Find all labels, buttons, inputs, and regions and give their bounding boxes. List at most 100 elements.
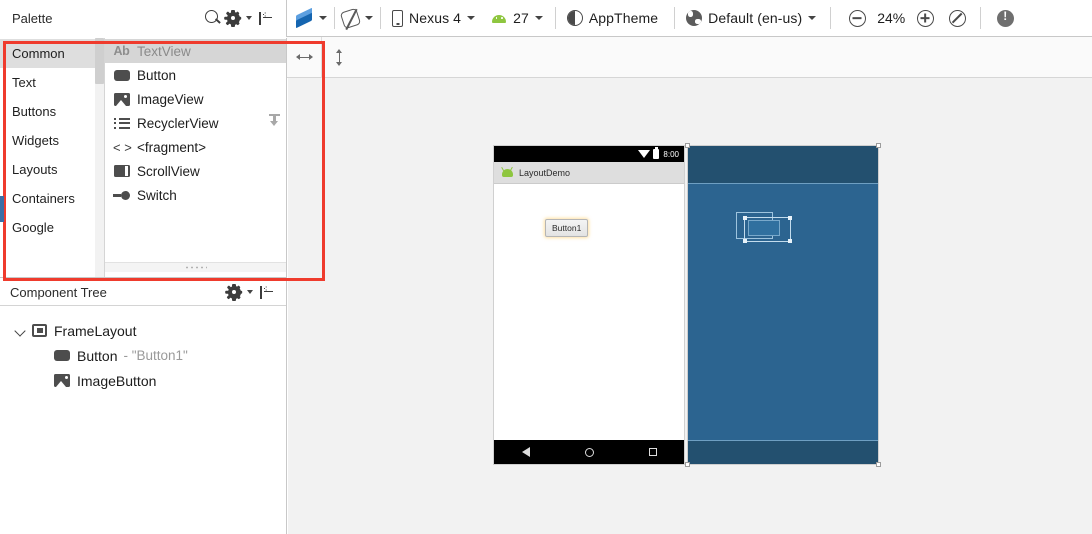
design-mode-selector[interactable] — [295, 0, 327, 37]
palette-item-label: ImageView — [137, 91, 204, 107]
scrollbar-thumb[interactable] — [95, 38, 104, 84]
warning-info-icon — [996, 9, 1014, 27]
palette-category-widgets[interactable]: Widgets — [0, 126, 104, 155]
globe-locale-icon — [686, 10, 703, 26]
zoom-level-label: 24% — [877, 10, 906, 26]
palette-resize-handle[interactable] — [105, 262, 286, 272]
selection-handle[interactable] — [876, 462, 881, 467]
chevron-down-icon — [808, 16, 817, 20]
palette-category-common[interactable]: Common — [0, 39, 104, 68]
palette-category-containers[interactable]: Containers — [0, 184, 104, 213]
button-icon — [54, 350, 70, 361]
palette-header: Palette — [0, 0, 287, 37]
resize-vertical-button[interactable] — [322, 37, 356, 78]
toolbar-divider — [674, 7, 676, 29]
palette-item-fragment[interactable]: < > <fragment> — [105, 135, 287, 159]
palette-item-label: <fragment> — [137, 139, 207, 155]
blueprint-preview[interactable] — [685, 143, 881, 467]
device-content-area[interactable]: Button1 — [494, 184, 684, 440]
palette-title: Palette — [12, 10, 53, 26]
palette-category-text[interactable]: Text — [0, 68, 104, 97]
category-label: Common — [12, 46, 65, 61]
android-robot-icon — [501, 166, 513, 179]
blueprint-navigation-bar — [688, 440, 878, 464]
palette-category-buttons[interactable]: Buttons — [0, 97, 104, 126]
palette-item-label: Button — [137, 67, 177, 83]
selection-handle[interactable] — [685, 143, 690, 148]
device-selector[interactable]: Nexus 4 — [392, 0, 476, 37]
zoom-out-button[interactable] — [844, 5, 870, 31]
selection-handle[interactable] — [876, 143, 881, 148]
resize-horizontal-button[interactable] — [287, 37, 321, 78]
tree-node-label: ImageButton — [77, 372, 157, 389]
design-mode-layers-icon — [295, 7, 313, 29]
component-tree-body: FrameLayout Button - "Button1" ImageButt… — [0, 306, 287, 534]
editor-strip-toolbar — [287, 36, 1092, 78]
device-preview[interactable]: 8:00 LayoutDemo Button1 — [494, 146, 684, 464]
theme-selector[interactable]: AppTheme — [566, 0, 659, 37]
tree-node-label: FrameLayout — [54, 322, 137, 339]
palette-settings-button[interactable] — [224, 5, 252, 31]
theme-label: AppTheme — [588, 10, 659, 26]
palette-item-button[interactable]: Button — [105, 63, 287, 87]
api-level-label: 27 — [513, 10, 529, 26]
top-toolbar: Palette Nexus 4 27 AppTheme Default (en-… — [0, 0, 1092, 37]
category-label: Widgets — [12, 133, 59, 148]
category-label: Text — [12, 75, 36, 90]
palette-category-google[interactable]: Google — [0, 213, 104, 242]
palette-item-recyclerview[interactable]: RecyclerView — [105, 111, 287, 135]
palette-category-list: Common Text Buttons Widgets Layouts Cont… — [0, 38, 104, 277]
orientation-selector[interactable] — [339, 0, 373, 37]
tree-node-imagebutton[interactable]: ImageButton — [0, 368, 286, 393]
component-tree-collapse-button[interactable] — [253, 279, 279, 305]
scrollview-icon — [113, 165, 130, 177]
wifi-icon — [638, 150, 651, 158]
resize-vertical-icon — [335, 48, 344, 66]
chevron-down-icon — [467, 16, 476, 20]
android-studio-layout-editor: Palette Nexus 4 27 AppTheme Default (en-… — [0, 0, 1092, 534]
blueprint-content-area[interactable] — [688, 184, 878, 440]
component-tree-title: Component Tree — [10, 284, 107, 300]
battery-icon — [653, 147, 660, 159]
nav-back-icon[interactable] — [521, 447, 530, 457]
palette-item-label: RecyclerView — [137, 115, 219, 131]
collapse-panel-icon — [258, 11, 273, 26]
nav-home-icon[interactable] — [584, 447, 594, 457]
palette-item-textview[interactable]: Ab TextView — [105, 39, 287, 63]
palette-item-switch[interactable]: Switch — [105, 183, 287, 207]
tree-node-button[interactable]: Button - "Button1" — [0, 343, 286, 368]
api-level-selector[interactable]: 27 — [491, 0, 543, 37]
palette-item-label: Switch — [137, 187, 177, 203]
palette-search-button[interactable] — [200, 5, 226, 31]
locale-selector[interactable]: Default (en-us) — [686, 0, 817, 37]
status-time: 8:00 — [663, 149, 679, 159]
palette-category-layouts[interactable]: Layouts — [0, 155, 104, 184]
category-label: Containers — [12, 191, 75, 206]
blueprint-status-bar — [688, 146, 878, 184]
blueprint-widget-outline-button[interactable] — [748, 220, 780, 236]
zoom-fit-button[interactable] — [944, 5, 970, 31]
button-icon — [113, 69, 130, 81]
device-navigation-bar — [494, 440, 684, 464]
toolbar-divider — [554, 7, 556, 29]
tree-node-framelayout[interactable]: FrameLayout — [0, 318, 286, 343]
preview-button1[interactable]: Button1 — [545, 219, 589, 237]
device-status-bar: 8:00 — [494, 146, 684, 162]
toolbar-divider — [334, 7, 335, 29]
palette-item-imageview[interactable]: ImageView — [105, 87, 287, 111]
tree-node-value: - "Button1" — [123, 348, 188, 363]
chevron-down-icon[interactable] — [14, 324, 28, 338]
nav-recents-icon[interactable] — [648, 448, 657, 456]
palette-category-scrollbar[interactable] — [95, 38, 104, 277]
palette-collapse-button[interactable] — [252, 5, 278, 31]
selection-handle[interactable] — [685, 462, 690, 467]
device-app-bar: LayoutDemo — [494, 162, 684, 184]
component-tree-settings-button[interactable] — [225, 279, 253, 305]
palette-item-scrollview[interactable]: ScrollView — [105, 159, 287, 183]
zoom-in-button[interactable] — [912, 5, 938, 31]
zoom-in-icon — [916, 9, 934, 27]
phone-device-icon — [392, 9, 403, 27]
chevron-down-icon — [365, 16, 373, 20]
design-canvas[interactable]: 8:00 LayoutDemo Button1 — [288, 78, 1092, 534]
warnings-button[interactable] — [992, 5, 1018, 31]
